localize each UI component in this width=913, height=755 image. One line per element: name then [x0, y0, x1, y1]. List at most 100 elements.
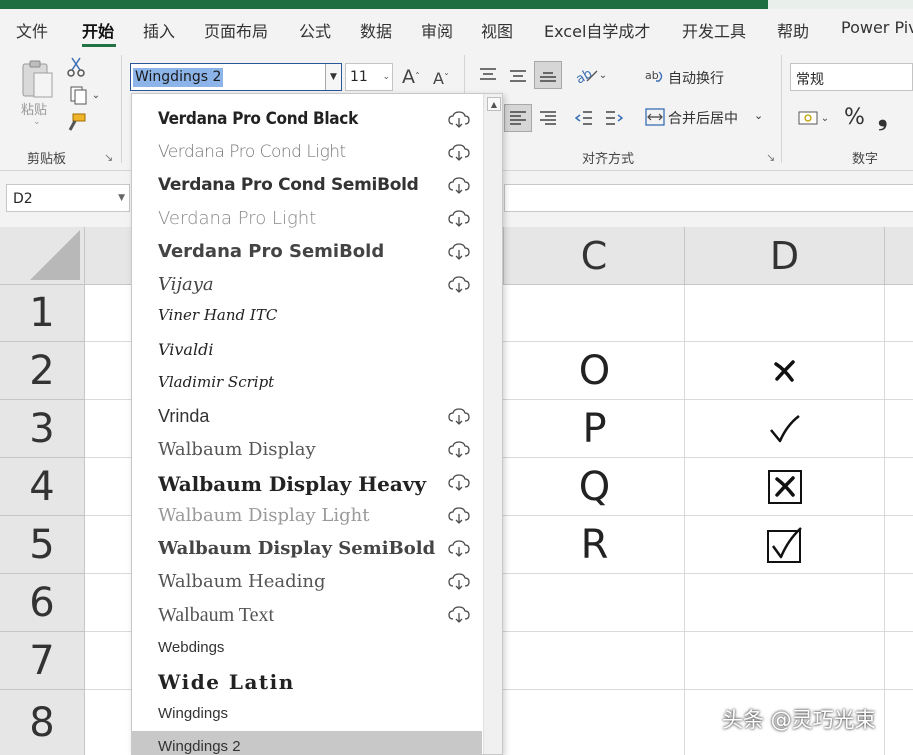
align-right-button[interactable] — [536, 106, 560, 130]
font-option-walbaum-display-heavy[interactable]: Walbaum Display Heavy — [132, 467, 482, 500]
font-name-combobox[interactable]: Wingdings 2 ▼ — [130, 63, 342, 91]
font-option-verdana-pro-cond-semibold[interactable]: Verdana Pro Cond SemiBold — [132, 170, 482, 203]
svg-text:ab: ab — [645, 69, 659, 82]
cell-c4[interactable]: Q — [504, 458, 685, 516]
font-option-vijaya[interactable]: Vijaya — [132, 269, 482, 302]
column-header-e[interactable] — [885, 227, 913, 285]
align-bottom-button[interactable] — [534, 61, 562, 89]
font-option-walbaum-text[interactable]: Walbaum Text — [132, 599, 482, 632]
font-size-chevron-icon[interactable]: ⌄ — [382, 72, 390, 82]
clipboard-launcher-icon[interactable]: ↘ — [104, 151, 113, 164]
font-option-walbaum-display-light[interactable]: Walbaum Display Light — [132, 500, 482, 533]
column-header-c[interactable]: C — [504, 227, 685, 285]
tab-file[interactable]: 文件 — [16, 18, 48, 42]
percent-style-button[interactable]: % — [844, 105, 865, 130]
font-option-wingdings[interactable]: Wingdings — [132, 698, 482, 731]
tab-data[interactable]: 数据 — [360, 18, 392, 42]
font-option-wide-latin[interactable]: Wide Latin — [132, 665, 482, 698]
wrap-text-button[interactable]: 自动换行 — [668, 68, 724, 88]
font-option-vrinda[interactable]: Vrinda — [132, 401, 482, 434]
cloud-download-icon — [448, 276, 470, 293]
boxed-cross-icon — [768, 470, 802, 504]
name-box[interactable]: D2 ▼ — [6, 184, 130, 212]
tab-review[interactable]: 审阅 — [421, 18, 453, 42]
cell-d4[interactable] — [685, 458, 885, 516]
column-header-d[interactable]: D — [685, 227, 885, 285]
font-option-label: Vivaldi — [158, 340, 214, 359]
font-option-walbaum-heading[interactable]: Walbaum Heading — [132, 566, 482, 599]
row-header-8[interactable]: 8 — [0, 690, 85, 755]
align-middle-button[interactable] — [506, 63, 530, 87]
font-option-verdana-pro-cond-light[interactable]: Verdana Pro Cond Light — [132, 137, 482, 170]
dropdown-scrollbar[interactable]: ▲ — [483, 94, 502, 754]
row-header-3[interactable]: 3 — [0, 400, 85, 458]
cell-c3[interactable]: P — [504, 400, 685, 458]
font-option-verdana-pro-semibold[interactable]: Verdana Pro SemiBold — [132, 236, 482, 269]
paste-button[interactable] — [18, 57, 56, 101]
orientation-button[interactable]: ab ⌄ — [573, 63, 609, 87]
tab-insert[interactable]: 插入 — [143, 18, 175, 42]
font-option-verdana-pro-light[interactable]: Verdana Pro Light — [132, 203, 482, 236]
tab-home[interactable]: 开始 — [82, 18, 114, 42]
cell-d3[interactable] — [685, 400, 885, 458]
align-left-button[interactable] — [504, 104, 532, 132]
font-dropdown-arrow-icon[interactable]: ▼ — [325, 64, 341, 90]
merge-icon-button[interactable] — [644, 106, 666, 128]
wrap-text-icon-button[interactable]: ab — [644, 65, 666, 87]
format-painter-button[interactable] — [64, 111, 88, 135]
tab-power-pivot[interactable]: Power Piv — [841, 18, 913, 37]
font-option-vivaldi[interactable]: Vivaldi — [132, 335, 482, 368]
font-option-walbaum-display-semibold[interactable]: Walbaum Display SemiBold — [132, 533, 482, 566]
row-header-7[interactable]: 7 — [0, 632, 85, 690]
tab-developer[interactable]: 开发工具 — [682, 18, 746, 42]
tab-view[interactable]: 视图 — [481, 18, 513, 42]
select-all-button[interactable] — [0, 227, 85, 285]
font-size-combobox[interactable]: 11 ⌄ — [345, 63, 393, 91]
align-top-button[interactable] — [476, 63, 500, 87]
row-header-6[interactable]: 6 — [0, 574, 85, 632]
font-option-walbaum-display[interactable]: Walbaum Display — [132, 434, 482, 467]
alignment-launcher-icon[interactable]: ↘ — [766, 151, 775, 164]
copy-button[interactable]: ⌄ — [64, 83, 104, 107]
cut-button[interactable] — [64, 55, 88, 79]
number-group-label: 数字 — [852, 152, 879, 167]
font-option-vladimir-script[interactable]: Vladimir Script — [132, 368, 482, 401]
increase-font-size-button[interactable]: Aˆ — [399, 63, 423, 91]
tab-help[interactable]: 帮助 — [777, 18, 809, 42]
title-bar-strip — [0, 0, 913, 9]
tab-page-layout[interactable]: 页面布局 — [204, 18, 268, 42]
font-size-value: 11 — [350, 69, 368, 85]
comma-style-button[interactable]: ❟ — [878, 103, 887, 131]
font-option-wingdings-2[interactable]: Wingdings 2 — [132, 731, 482, 754]
number-format-combobox[interactable]: 常规 — [790, 63, 913, 91]
scroll-up-arrow-icon[interactable]: ▲ — [487, 97, 501, 111]
tab-excel-self-study[interactable]: Excel自学成才 — [544, 18, 650, 42]
increase-indent-button[interactable] — [602, 106, 626, 130]
merge-chevron-icon[interactable]: ⌄ — [754, 109, 763, 122]
row-header-5[interactable]: 5 — [0, 516, 85, 574]
paste-chevron-icon[interactable]: ⌄ — [33, 117, 41, 127]
formula-input[interactable] — [504, 184, 913, 212]
cloud-download-icon — [448, 573, 470, 590]
name-box-chevron-icon[interactable]: ▼ — [118, 193, 125, 203]
select-all-triangle-icon — [30, 230, 80, 280]
font-option-webdings[interactable]: Webdings — [132, 632, 482, 665]
font-option-label: Vrinda — [158, 406, 210, 426]
cloud-download-icon — [448, 177, 470, 194]
row-header-4[interactable]: 4 — [0, 458, 85, 516]
row-header-2[interactable]: 2 — [0, 342, 85, 400]
cell-c2[interactable]: O — [504, 342, 685, 400]
merge-center-button[interactable]: 合并后居中 — [668, 108, 738, 128]
accounting-format-button[interactable]: ⌄ — [792, 106, 834, 130]
cell-c5[interactable]: R — [504, 516, 685, 574]
tab-formulas[interactable]: 公式 — [299, 18, 331, 42]
row-header-1[interactable]: 1 — [0, 285, 85, 342]
cell-d2[interactable] — [685, 342, 885, 400]
font-option-verdana-pro-cond-black[interactable]: Verdana Pro Cond Black — [132, 104, 482, 137]
cell-d5[interactable] — [685, 516, 885, 574]
decrease-font-size-button[interactable]: Aˇ — [429, 65, 453, 91]
decrease-indent-button[interactable] — [572, 106, 596, 130]
font-option-label: Walbaum Heading — [158, 571, 326, 592]
font-option-viner-hand-itc[interactable]: Viner Hand ITC — [132, 302, 482, 335]
decrease-indent-icon — [575, 111, 592, 125]
